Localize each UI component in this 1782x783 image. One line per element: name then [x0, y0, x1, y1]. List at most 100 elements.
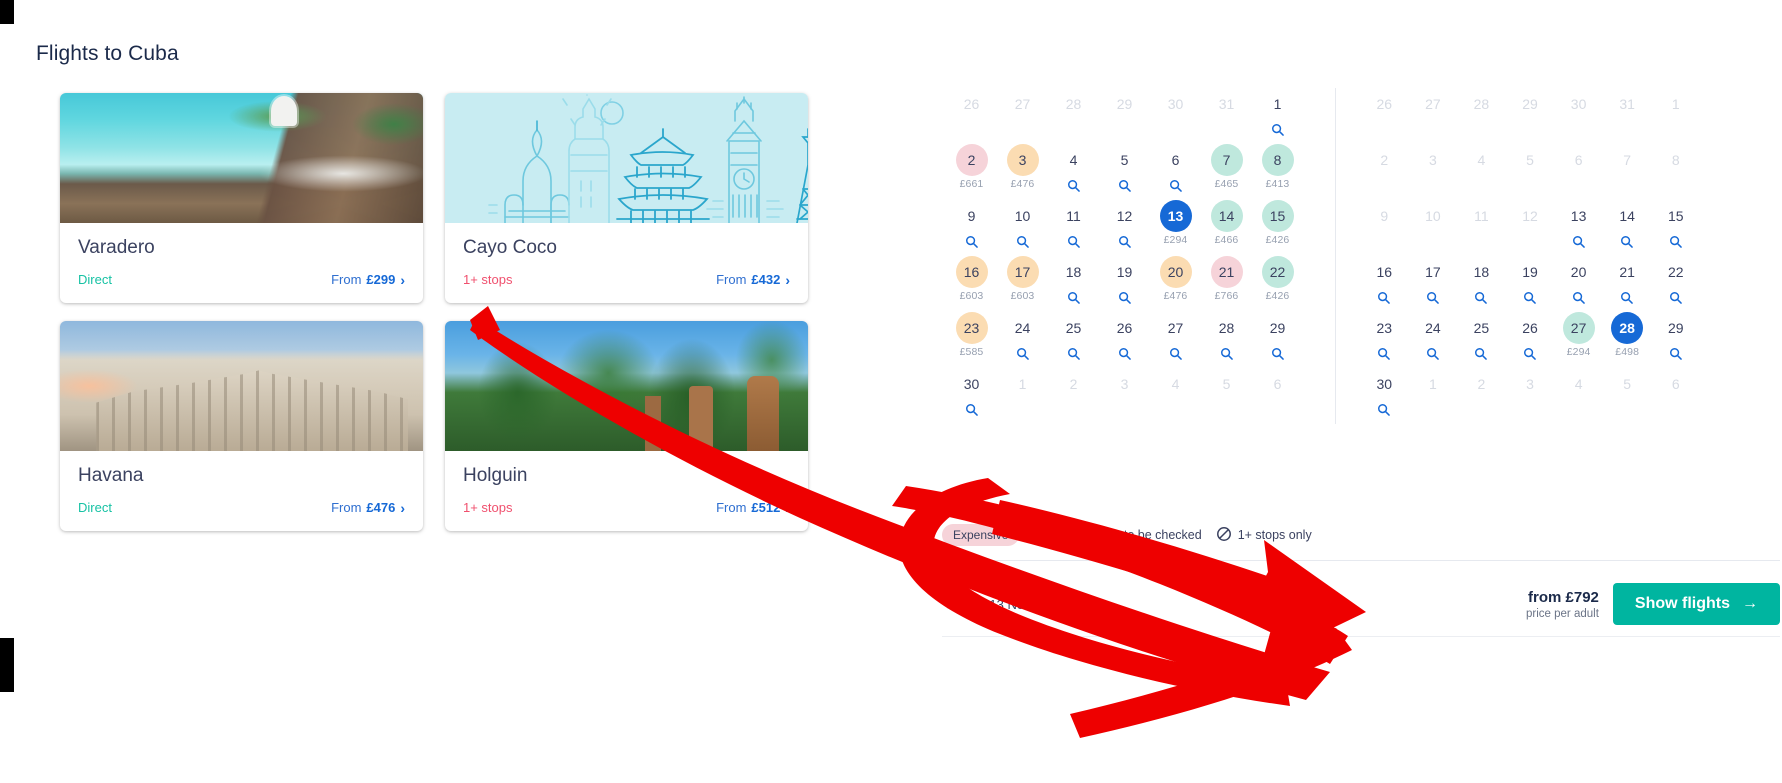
calendar-day-18[interactable]: 18 [1048, 256, 1099, 312]
magnifier-icon[interactable] [1620, 235, 1634, 249]
calendar-day-14[interactable]: 14 [1603, 200, 1652, 256]
magnifier-icon[interactable] [1067, 179, 1081, 193]
calendar-day-7[interactable]: 7 £465 [1201, 144, 1252, 200]
calendar-day-15[interactable]: 15 [1651, 200, 1700, 256]
magnifier-icon[interactable] [1118, 179, 1132, 193]
calendar-day-30[interactable]: 30 [1360, 368, 1409, 424]
calendar-day-15[interactable]: 15 £426 [1252, 200, 1303, 256]
magnifier-icon[interactable] [1271, 123, 1285, 137]
calendar-day-6[interactable]: 6 [1150, 144, 1201, 200]
calendar-day-20[interactable]: 20 £476 [1150, 256, 1201, 312]
footer-actions: from £792 price per adult Show flights → [1526, 583, 1780, 625]
calendar-day-16[interactable]: 16 £603 [946, 256, 997, 312]
calendar-day-5[interactable]: 5 [1099, 144, 1150, 200]
calendar-day-25[interactable]: 25 [1457, 312, 1506, 368]
calendar-day-28: 28 [1048, 88, 1099, 144]
calendar-day-22[interactable]: 22 [1651, 256, 1700, 312]
calendar-day-12[interactable]: 12 [1099, 200, 1150, 256]
calendar-day-27[interactable]: 27 [1150, 312, 1201, 368]
calendar-day-26[interactable]: 26 [1506, 312, 1555, 368]
calendar-day-1[interactable]: 1 [1252, 88, 1303, 144]
calendar-day-4[interactable]: 4 [1048, 144, 1099, 200]
calendar-day-13[interactable]: 13 £294 [1150, 200, 1201, 256]
magnifier-icon[interactable] [1620, 291, 1634, 305]
magnifier-icon[interactable] [1426, 347, 1440, 361]
magnifier-icon[interactable] [1474, 347, 1488, 361]
magnifier-icon[interactable] [1271, 347, 1285, 361]
screenshot-root: Flights to Cuba Varadero Direct From £29… [0, 0, 1782, 783]
calendar-day-23[interactable]: 23 £585 [946, 312, 997, 368]
calendar-day-17[interactable]: 17 £603 [997, 256, 1048, 312]
magnifier-icon[interactable] [1669, 291, 1683, 305]
calendar-day-28[interactable]: 28 £498 [1603, 312, 1652, 368]
calendar-day-23[interactable]: 23 [1360, 312, 1409, 368]
magnifier-icon[interactable] [1523, 347, 1537, 361]
magnifier-icon[interactable] [1118, 235, 1132, 249]
calendar-day-18[interactable]: 18 [1457, 256, 1506, 312]
magnifier-icon[interactable] [965, 403, 979, 417]
destination-card-havana[interactable]: Havana Direct From £476 › [60, 321, 423, 531]
magnifier-icon[interactable] [1572, 235, 1586, 249]
magnifier-icon[interactable] [1169, 347, 1183, 361]
magnifier-icon[interactable] [965, 235, 979, 249]
calendar-day-27[interactable]: 27 £294 [1554, 312, 1603, 368]
calendar-day-11[interactable]: 11 [1048, 200, 1099, 256]
magnifier-icon[interactable] [1220, 347, 1234, 361]
calendar-week: 30 1 2 3 4 5 6 [1360, 368, 1700, 424]
calendar-day-9[interactable]: 9 [946, 200, 997, 256]
magnifier-icon[interactable] [1118, 291, 1132, 305]
from-price[interactable]: From £476 › [331, 500, 405, 515]
magnifier-icon[interactable] [1067, 347, 1081, 361]
calendar-day-22[interactable]: 22 £426 [1252, 256, 1303, 312]
magnifier-icon[interactable] [1669, 347, 1683, 361]
calendar-day-10[interactable]: 10 [997, 200, 1048, 256]
calendar-day-30[interactable]: 30 [946, 368, 997, 424]
magnifier-icon[interactable] [1016, 347, 1030, 361]
magnifier-icon[interactable] [1118, 347, 1132, 361]
destination-card-holguin[interactable]: Holguin 1+ stops From £512 › [445, 321, 808, 531]
magnifier-icon[interactable] [1169, 179, 1183, 193]
calendar-day-16[interactable]: 16 [1360, 256, 1409, 312]
calendar-day-3[interactable]: 3 £476 [997, 144, 1048, 200]
magnifier-icon[interactable] [1669, 235, 1683, 249]
calendar-day-17[interactable]: 17 [1409, 256, 1458, 312]
calendar-day-25[interactable]: 25 [1048, 312, 1099, 368]
calendar-day-24[interactable]: 24 [997, 312, 1048, 368]
magnifier-icon[interactable] [1572, 291, 1586, 305]
calendar-day-8[interactable]: 8 £413 [1252, 144, 1303, 200]
calendar-day-29[interactable]: 29 [1252, 312, 1303, 368]
outbound-leg-date[interactable]: Fri, 13 Nov [942, 594, 1031, 614]
magnifier-icon[interactable] [1523, 291, 1537, 305]
magnifier-icon[interactable] [1067, 291, 1081, 305]
calendar-day-21[interactable]: 21 [1603, 256, 1652, 312]
calendar-day-2[interactable]: 2 £661 [946, 144, 997, 200]
calendar-day-number: 7 [1210, 144, 1243, 176]
show-flights-button[interactable]: Show flights → [1612, 583, 1780, 625]
calendar-day-14[interactable]: 14 £466 [1201, 200, 1252, 256]
magnifier-icon[interactable] [1067, 235, 1081, 249]
destination-card-cayo-coco[interactable]: Cayo Coco 1+ stops From £432 › [445, 93, 808, 303]
no-entry-icon [1216, 526, 1232, 545]
calendar-day-29[interactable]: 29 [1651, 312, 1700, 368]
destination-city-name: Varadero [78, 237, 155, 258]
magnifier-icon[interactable] [1426, 291, 1440, 305]
calendar-day-5: 5 [1201, 368, 1252, 424]
from-price[interactable]: From £299 › [331, 272, 405, 287]
magnifier-icon[interactable] [1377, 291, 1391, 305]
calendar-day-19[interactable]: 19 [1099, 256, 1150, 312]
magnifier-icon[interactable] [1016, 235, 1030, 249]
magnifier-icon[interactable] [1377, 347, 1391, 361]
calendar-day-24[interactable]: 24 [1409, 312, 1458, 368]
from-price[interactable]: From £512 › [716, 500, 790, 515]
magnifier-icon[interactable] [1474, 291, 1488, 305]
magnifier-icon[interactable] [1377, 403, 1391, 417]
destination-card-varadero[interactable]: Varadero Direct From £299 › [60, 93, 423, 303]
calendar-day-13[interactable]: 13 [1554, 200, 1603, 256]
from-price[interactable]: From £432 › [716, 272, 790, 287]
calendar-day-26[interactable]: 26 [1099, 312, 1150, 368]
calendar-day-28[interactable]: 28 [1201, 312, 1252, 368]
calendar-day-number: 29 [1522, 96, 1538, 112]
calendar-day-21[interactable]: 21 £766 [1201, 256, 1252, 312]
calendar-day-19[interactable]: 19 [1506, 256, 1555, 312]
calendar-day-20[interactable]: 20 [1554, 256, 1603, 312]
